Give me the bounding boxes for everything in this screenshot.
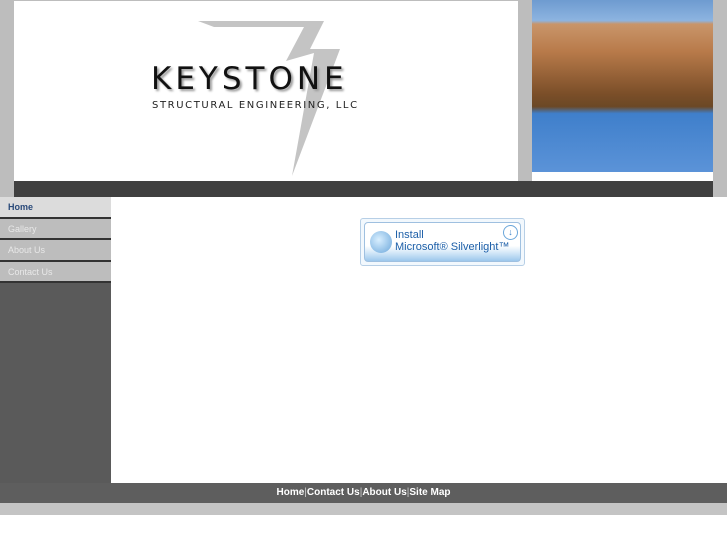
logo-subtitle: STRUCTURAL ENGINEERING, LLC — [152, 100, 359, 111]
logo[interactable]: KEYSTONE STRUCTURAL ENGINEERING, LLC — [14, 1, 518, 181]
footer-bar — [0, 503, 727, 515]
header: KEYSTONE STRUCTURAL ENGINEERING, LLC — [0, 0, 727, 197]
install-label: Install — [395, 229, 424, 241]
download-arrow-icon: ↓ — [503, 225, 518, 240]
sidebar-item-about-us[interactable]: About Us — [0, 240, 111, 262]
sidebar-item-home[interactable]: Home — [0, 197, 111, 219]
silverlight-label: Microsoft® Silverlight™ — [395, 241, 510, 253]
footer-link-about-us[interactable]: About Us — [362, 487, 406, 498]
arch-photo — [532, 0, 713, 172]
silverlight-logo-icon — [370, 231, 392, 253]
sidebar-item-contact-us[interactable]: Contact Us — [0, 261, 111, 283]
install-silverlight-button[interactable]: Install Microsoft® Silverlight™ ↓ — [360, 218, 525, 266]
sidebar-item-gallery[interactable]: Gallery — [0, 218, 111, 240]
footer-link-site-map[interactable]: Site Map — [409, 487, 450, 498]
sidebar: Home Gallery About Us Contact Us — [0, 197, 111, 483]
header-bar — [14, 181, 713, 197]
logo-title: KEYSTONE — [151, 61, 348, 97]
footer-links: Home|Contact Us|About Us|Site Map — [0, 483, 727, 503]
footer-link-contact-us[interactable]: Contact Us — [307, 487, 360, 498]
photo-spacer — [532, 172, 713, 181]
footer-link-home[interactable]: Home — [277, 487, 305, 498]
main-content: Install Microsoft® Silverlight™ ↓ — [111, 197, 727, 483]
